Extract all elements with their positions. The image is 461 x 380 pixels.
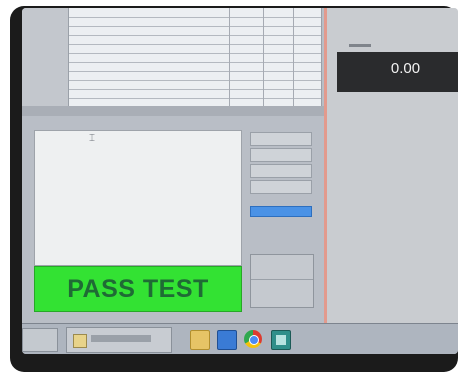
control-button[interactable]: [250, 148, 312, 162]
taskbar: [22, 323, 458, 354]
grid-row: [69, 80, 321, 81]
section-divider: [22, 106, 324, 116]
left-strip: [22, 8, 68, 106]
grid-row: [69, 17, 321, 18]
grid-row: [69, 35, 321, 36]
text-cursor-icon: ⌶: [89, 133, 95, 144]
measurement-readout: 0.00: [337, 52, 458, 92]
panel-divider: [251, 279, 313, 280]
grid-row: [69, 98, 321, 99]
chrome-icon[interactable]: [244, 330, 262, 348]
photo-frame: ⌶ PASS TEST 0.00: [0, 0, 461, 380]
test-application-area: ⌶ PASS TEST: [22, 8, 324, 323]
window-icon: [73, 334, 87, 348]
grid-row: [69, 62, 321, 63]
window-label-placeholder: [91, 335, 151, 342]
readout-value: 0.00: [390, 59, 421, 77]
test-output-panel: ⌶: [34, 130, 242, 266]
measurement-panel: 0.00: [327, 8, 458, 323]
calculator-icon[interactable]: [271, 330, 291, 350]
taskbar-window-item[interactable]: [66, 327, 172, 353]
results-grid[interactable]: [68, 8, 322, 107]
control-button[interactable]: [250, 164, 312, 178]
grid-row: [69, 71, 321, 72]
grid-row: [69, 44, 321, 45]
control-button[interactable]: [250, 180, 312, 194]
app-icon[interactable]: [217, 330, 237, 350]
pass-status-banner: PASS TEST: [34, 266, 242, 312]
screen: ⌶ PASS TEST 0.00: [22, 8, 458, 354]
selected-control-button[interactable]: [250, 206, 312, 217]
secondary-panel: [250, 254, 314, 308]
grid-row: [69, 26, 321, 27]
folder-icon[interactable]: [190, 330, 210, 350]
grid-column-divider: [229, 8, 230, 106]
grid-column-divider: [263, 8, 264, 106]
control-button[interactable]: [250, 132, 312, 146]
grid-column-divider: [293, 8, 294, 106]
grid-row: [69, 53, 321, 54]
start-button[interactable]: [22, 328, 58, 352]
readout-caption: [349, 44, 371, 47]
pass-status-text: PASS TEST: [67, 274, 209, 303]
grid-row: [69, 89, 321, 90]
